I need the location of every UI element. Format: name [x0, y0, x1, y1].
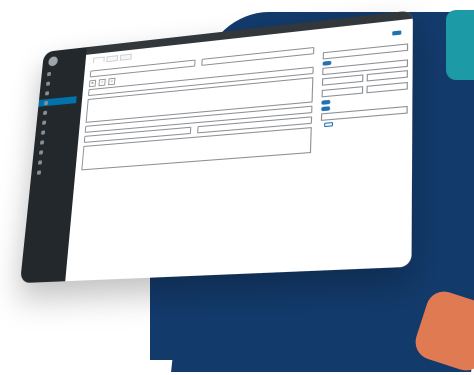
sidebar-item[interactable] — [37, 166, 70, 176]
logo-icon — [48, 56, 58, 67]
settings-panel — [317, 30, 408, 257]
sidebar-item[interactable] — [46, 77, 79, 87]
toggle-switch[interactable] — [321, 106, 330, 111]
tablet-mockup: B I ∞ — [44, 52, 424, 302]
sidebar-item[interactable] — [45, 86, 78, 96]
radio-selected[interactable] — [322, 61, 331, 66]
sidebar-item[interactable] — [43, 106, 76, 116]
tab[interactable] — [106, 55, 118, 62]
text-field[interactable] — [366, 82, 408, 93]
text-field[interactable] — [322, 86, 363, 97]
menu-icon — [46, 81, 50, 85]
toggle-switch[interactable] — [321, 100, 330, 105]
menu-icon — [41, 130, 45, 134]
menu-icon — [40, 140, 44, 144]
editor-tabs — [93, 54, 132, 64]
teal-accent-shape — [446, 10, 474, 80]
sidebar-item[interactable] — [42, 116, 75, 126]
menu-icon — [37, 170, 41, 174]
sidebar-item[interactable] — [40, 136, 73, 146]
menu-icon — [44, 100, 48, 104]
link-icon[interactable]: ∞ — [108, 78, 115, 86]
italic-icon[interactable]: I — [98, 79, 105, 87]
tab-active[interactable] — [93, 57, 105, 64]
menu-icon — [39, 150, 43, 154]
menu-icon — [38, 160, 42, 164]
sidebar-item-active[interactable] — [38, 96, 76, 107]
sidebar-item[interactable] — [41, 126, 74, 136]
tablet-screen: B I ∞ — [20, 10, 413, 283]
menu-icon — [45, 91, 49, 95]
sidebar-item[interactable] — [38, 156, 71, 166]
text-field[interactable] — [322, 74, 363, 85]
menu-icon — [42, 120, 46, 124]
menu-icon — [47, 71, 51, 75]
small-button[interactable] — [324, 122, 333, 127]
tab[interactable] — [120, 54, 132, 61]
form-area: B I ∞ — [73, 44, 314, 262]
sidebar-item[interactable] — [47, 67, 80, 77]
bold-icon[interactable]: B — [89, 80, 96, 88]
menu-icon — [43, 110, 47, 114]
text-field[interactable] — [366, 70, 408, 81]
sidebar-item[interactable] — [39, 146, 72, 156]
